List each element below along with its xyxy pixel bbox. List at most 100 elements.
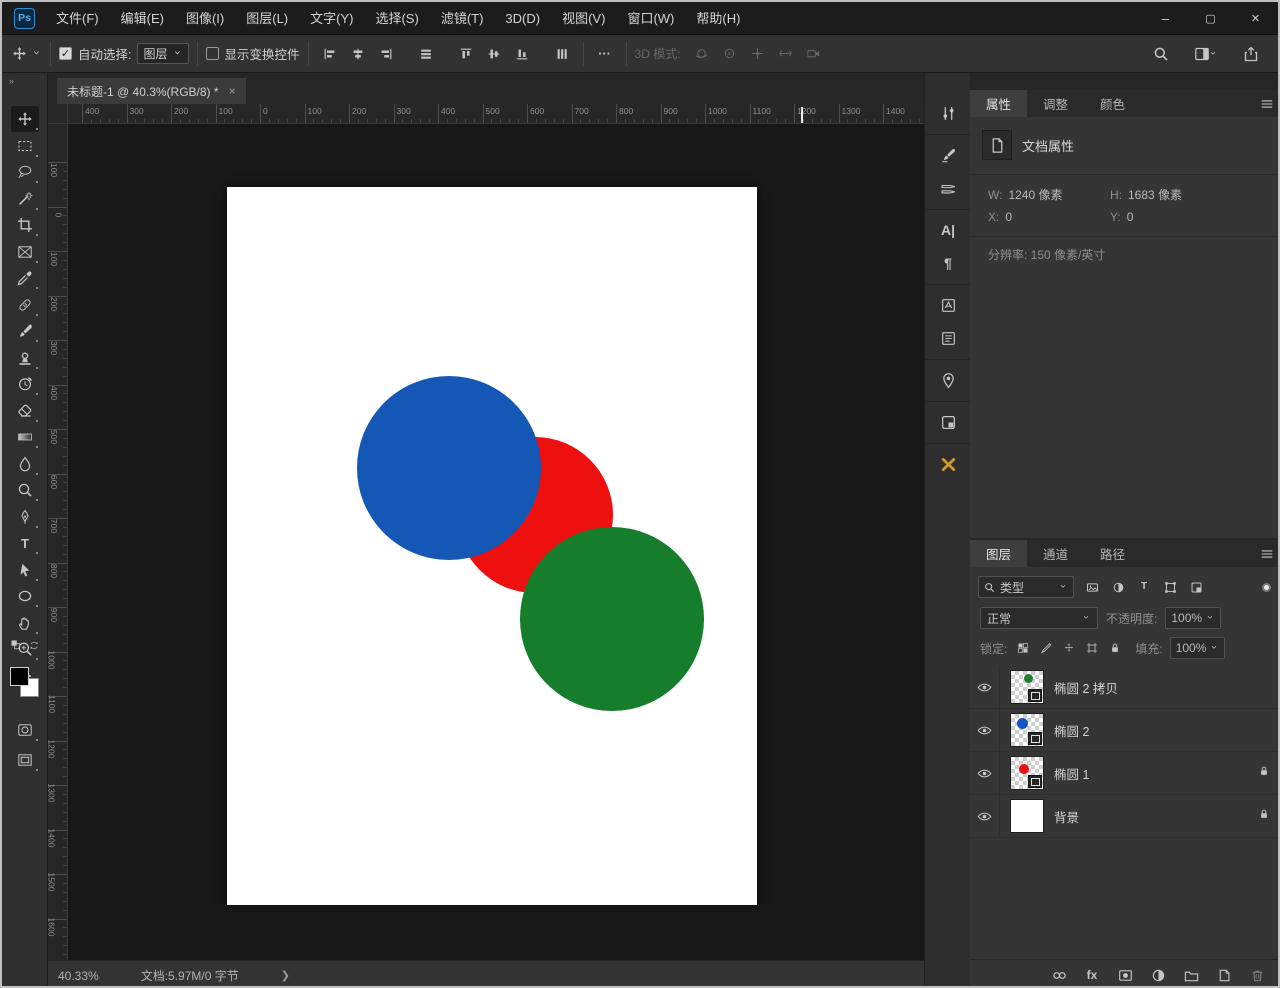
- add-mask-button[interactable]: [1114, 965, 1136, 985]
- layer-name[interactable]: 椭圆 1: [1054, 764, 1089, 783]
- layer-row-2[interactable]: 椭圆 1: [970, 752, 1280, 795]
- layer-thumbnail[interactable]: [1010, 799, 1044, 833]
- blend-mode-dropdown[interactable]: 正常: [980, 607, 1098, 629]
- layer-visibility-toggle[interactable]: [970, 795, 1000, 837]
- layers-menu-button[interactable]: [1260, 540, 1274, 567]
- layer-name[interactable]: 背景: [1054, 807, 1079, 826]
- distribute-v-button[interactable]: [549, 41, 575, 67]
- ellipse-blue[interactable]: [357, 376, 541, 560]
- tool-presets-panel-button[interactable]: [933, 450, 963, 478]
- layer-name[interactable]: 椭圆 2 拷贝: [1054, 678, 1118, 697]
- brush-settings-panel-button[interactable]: [933, 99, 963, 127]
- menu-item-1[interactable]: 编辑(E): [110, 2, 175, 35]
- zoom-level-field[interactable]: 40.33%: [58, 969, 99, 983]
- auto-select-checkbox[interactable]: ✓: [59, 47, 72, 60]
- eraser-tool[interactable]: [11, 398, 39, 424]
- menu-item-10[interactable]: 帮助(H): [685, 2, 751, 35]
- adjustment-button[interactable]: [1147, 965, 1169, 985]
- vertical-ruler[interactable]: 1000100200300400500600700800900100011001…: [48, 124, 68, 960]
- layer-thumbnail[interactable]: [1010, 713, 1044, 747]
- type-kind-filter-button[interactable]: T: [1133, 577, 1155, 597]
- screen-mode-button[interactable]: [11, 747, 39, 773]
- layer-visibility-toggle[interactable]: [970, 752, 1000, 794]
- align-bottom-button[interactable]: [509, 41, 535, 67]
- paragraph-styles-panel-button[interactable]: [933, 324, 963, 352]
- pen-tool[interactable]: [11, 504, 39, 530]
- search-button[interactable]: [1148, 41, 1174, 67]
- brushes-panel-button[interactable]: [933, 174, 963, 202]
- default-colors-button[interactable]: [10, 639, 22, 651]
- chevron-down-icon[interactable]: [33, 49, 42, 58]
- lock-all-button[interactable]: [1106, 639, 1124, 657]
- layers-tab-路径[interactable]: 路径: [1084, 540, 1141, 567]
- lock-paint-button[interactable]: [1037, 639, 1055, 657]
- opacity-field[interactable]: 100%: [1165, 607, 1221, 629]
- clone-source-panel-button[interactable]: [933, 408, 963, 436]
- shape-kind-filter-button[interactable]: [1159, 577, 1181, 597]
- ellipse-green[interactable]: [520, 527, 704, 711]
- ruler-origin-corner[interactable]: [48, 104, 68, 124]
- dodge-tool[interactable]: [11, 477, 39, 503]
- layer-visibility-toggle[interactable]: [970, 709, 1000, 751]
- clone-stamp-tool[interactable]: [11, 345, 39, 371]
- align-right-button[interactable]: [373, 41, 399, 67]
- menu-item-3[interactable]: 图层(L): [235, 2, 299, 35]
- menu-item-9[interactable]: 窗口(W): [616, 2, 685, 35]
- quick-mask-button[interactable]: [11, 717, 39, 743]
- layer-row-1[interactable]: 椭圆 2: [970, 709, 1280, 752]
- menu-item-4[interactable]: 文字(Y): [299, 2, 364, 35]
- align-center-h-button[interactable]: [345, 41, 371, 67]
- magic-wand-tool[interactable]: [11, 186, 39, 212]
- foreground-color-swatch[interactable]: [10, 667, 29, 686]
- paragraph-panel-panel-button[interactable]: ¶: [933, 249, 963, 277]
- show-transform-checkbox[interactable]: [206, 47, 219, 60]
- menu-item-6[interactable]: 滤镜(T): [430, 2, 495, 35]
- eyedropper-tool[interactable]: [11, 265, 39, 291]
- properties-tab-属性[interactable]: 属性: [970, 90, 1027, 117]
- crop-tool[interactable]: [11, 212, 39, 238]
- ellipse-tool-tool[interactable]: [11, 583, 39, 609]
- smart-kind-filter-button[interactable]: [1185, 577, 1207, 597]
- properties-tab-颜色[interactable]: 颜色: [1084, 90, 1141, 117]
- lasso-tool[interactable]: [11, 159, 39, 185]
- link-button[interactable]: [1048, 965, 1070, 985]
- type-tool[interactable]: T: [11, 530, 39, 556]
- menu-item-0[interactable]: 文件(F): [45, 2, 110, 35]
- maximize-button[interactable]: ▢: [1188, 2, 1233, 34]
- collapse-toolbar-button[interactable]: »: [9, 76, 14, 86]
- more-options-button[interactable]: ···: [592, 41, 618, 67]
- align-left-button[interactable]: [317, 41, 343, 67]
- swap-colors-button[interactable]: [28, 639, 40, 651]
- move-tool[interactable]: [11, 106, 39, 132]
- lock-move-button[interactable]: [1060, 639, 1078, 657]
- share-button[interactable]: [1238, 41, 1264, 67]
- properties-menu-button[interactable]: [1260, 90, 1274, 117]
- adjust-kind-filter-button[interactable]: [1107, 577, 1129, 597]
- layer-row-0[interactable]: 椭圆 2 拷贝: [970, 666, 1280, 709]
- align-top-button[interactable]: [453, 41, 479, 67]
- lock-transparent-button[interactable]: [1014, 639, 1032, 657]
- lock-artboard-button[interactable]: [1083, 639, 1101, 657]
- annotations-panel-button[interactable]: [933, 366, 963, 394]
- hand-tool[interactable]: [11, 610, 39, 636]
- menu-item-7[interactable]: 3D(D): [494, 2, 551, 35]
- path-select-tool[interactable]: [11, 557, 39, 583]
- workspace-button[interactable]: [1188, 41, 1224, 67]
- layer-visibility-toggle[interactable]: [970, 666, 1000, 708]
- group-button[interactable]: [1180, 965, 1202, 985]
- brush-tool[interactable]: [11, 318, 39, 344]
- gradient-tool[interactable]: [11, 424, 39, 450]
- character-panel-panel-button[interactable]: A|: [933, 216, 963, 244]
- layer-filter-dropdown[interactable]: 类型: [978, 576, 1074, 598]
- document-tab[interactable]: 未标题-1 @ 40.3%(RGB/8) * ×: [57, 78, 246, 104]
- blur-tool[interactable]: [11, 451, 39, 477]
- fill-field[interactable]: 100%: [1170, 637, 1226, 659]
- menu-item-5[interactable]: 选择(S): [364, 2, 429, 35]
- layer-thumbnail[interactable]: [1010, 756, 1044, 790]
- layer-filter-toggle[interactable]: [1259, 580, 1274, 595]
- properties-tab-调整[interactable]: 调整: [1027, 90, 1084, 117]
- fx-button[interactable]: fx: [1081, 965, 1103, 985]
- marquee-tool[interactable]: [11, 133, 39, 159]
- auto-select-target-dropdown[interactable]: 图层: [137, 43, 188, 64]
- trash-button[interactable]: [1246, 965, 1268, 985]
